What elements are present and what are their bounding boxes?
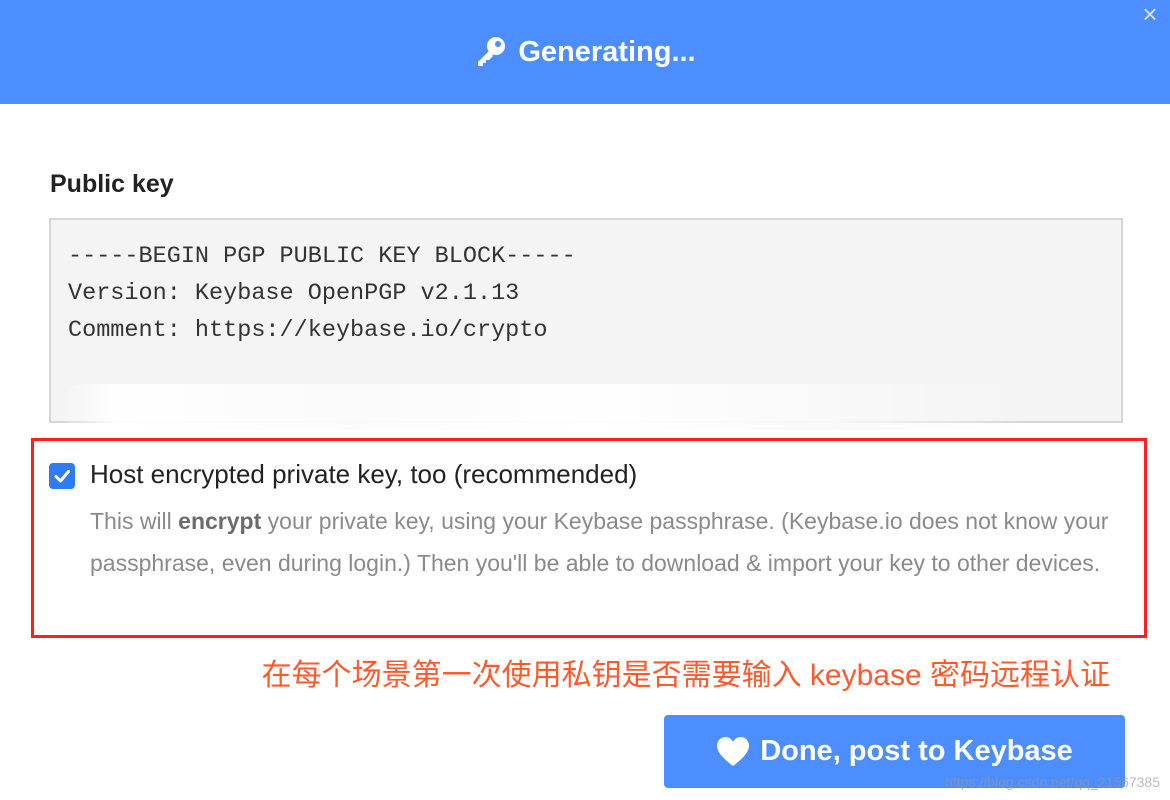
help-text-start: This will [90, 508, 179, 534]
chinese-annotation: 在每个场景第一次使用私钥是否需要输入 keybase 密码远程认证 [261, 659, 1110, 692]
public-key-label: Public key [50, 170, 174, 198]
key-line-3: Comment: https://keybase.io/crypto [68, 317, 548, 344]
host-private-key-label[interactable]: Host encrypted private key, too (recomme… [90, 459, 637, 490]
heart-icon [716, 736, 750, 768]
close-button[interactable]: × [1138, 0, 1162, 29]
dialog-header: Generating... × [0, 0, 1170, 104]
redacted-key-blur [60, 384, 1030, 430]
key-line-2: Version: Keybase OpenPGP v2.1.13 [68, 280, 520, 307]
done-post-button-label: Done, post to Keybase [760, 735, 1073, 767]
checkmark-icon [54, 470, 70, 483]
header-title: Generating... [474, 35, 696, 69]
key-line-1: -----BEGIN PGP PUBLIC KEY BLOCK----- [68, 243, 576, 270]
host-private-key-checkbox[interactable] [49, 463, 75, 489]
help-text-bold: encrypt [178, 508, 262, 534]
close-icon: × [1142, 0, 1158, 29]
watermark: https://blog.csdn.net/qq_21567385 [945, 774, 1160, 790]
key-icon [474, 35, 508, 69]
host-private-key-help: This will encrypt your private key, usin… [90, 500, 1130, 584]
header-title-text: Generating... [518, 35, 696, 68]
